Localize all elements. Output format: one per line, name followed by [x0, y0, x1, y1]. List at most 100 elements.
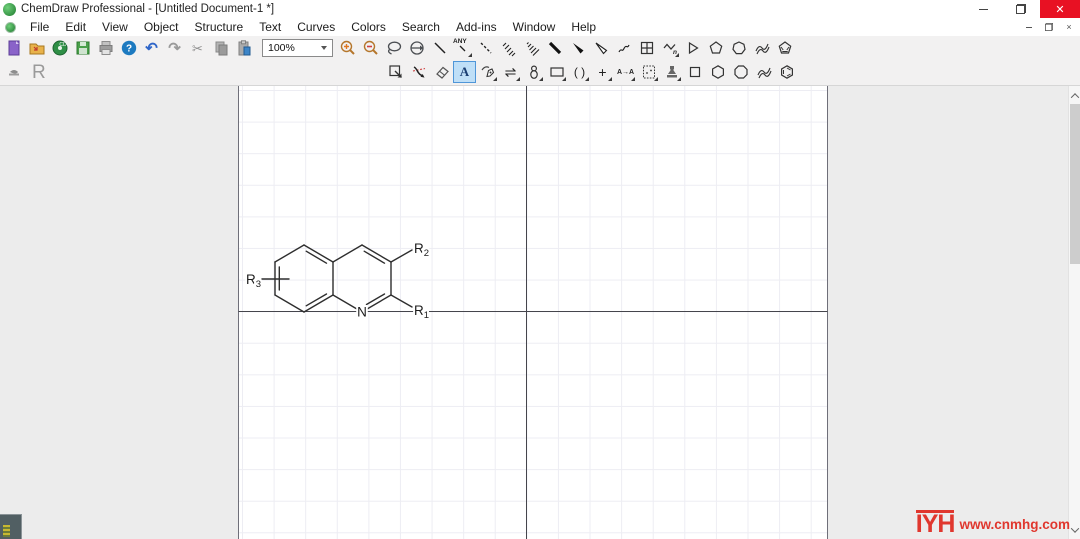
svg-text:CD: CD	[59, 42, 67, 48]
wavy-bond-tool[interactable]	[612, 37, 635, 59]
cyclopentadiene-ring-tool[interactable]	[773, 37, 796, 59]
any-bond-tool[interactable]: ANY	[451, 37, 474, 59]
cut-button[interactable]: ✂	[186, 37, 209, 59]
cyclopentane-ring-tool[interactable]	[704, 37, 727, 59]
zoom-out-button[interactable]	[359, 37, 382, 59]
copy-button[interactable]	[209, 37, 232, 59]
minimize-button[interactable]	[964, 0, 1002, 18]
atom-atom-map-tool[interactable]: A→A	[614, 61, 637, 83]
chemdraw-window: ChemDraw Professional - [Untitled Docume…	[0, 0, 1080, 539]
flexible-ring-tool-2[interactable]	[752, 61, 775, 83]
bracket-tool[interactable]: ( )	[568, 61, 591, 83]
docked-stamp-icon[interactable]	[4, 62, 24, 84]
pen-tool[interactable]	[476, 61, 499, 83]
restore-button[interactable]	[1002, 0, 1040, 18]
watermark-url: www.cnmhg.com	[959, 517, 1070, 532]
plus-tool[interactable]: +	[591, 61, 614, 83]
multi-step-arrow-tool[interactable]	[407, 61, 430, 83]
paste-button[interactable]	[232, 37, 255, 59]
dropdown-corner-icon	[654, 77, 658, 81]
redo-button[interactable]: ↷	[163, 37, 186, 59]
r-group-label: R	[32, 62, 46, 83]
polymer-repeat-tool[interactable]: n	[658, 37, 681, 59]
flexible-ring-tool[interactable]	[750, 37, 773, 59]
doc-minimize-button[interactable]	[1022, 21, 1036, 34]
menu-structure[interactable]: Structure	[187, 18, 252, 36]
open-button[interactable]	[25, 37, 48, 59]
menu-object[interactable]: Object	[136, 18, 187, 36]
table-tool[interactable]	[635, 37, 658, 59]
dropdown-corner-icon	[677, 77, 681, 81]
equilibrium-arrow-tool[interactable]: ⇌	[499, 61, 522, 83]
menu-edit[interactable]: Edit	[57, 18, 94, 36]
wedge-bond-tool[interactable]	[566, 37, 589, 59]
doc-restore-button[interactable]	[1042, 21, 1056, 34]
tlc-plate-tool[interactable]	[637, 61, 660, 83]
help-button[interactable]: ?	[117, 37, 140, 59]
dropdown-corner-icon	[608, 77, 612, 81]
hashed-wedge-bond-tool[interactable]	[520, 37, 543, 59]
scroll-down-arrow[interactable]	[1069, 522, 1080, 537]
menu-curves[interactable]: Curves	[289, 18, 343, 36]
periodic-table-palette-corner[interactable]	[0, 514, 22, 539]
menu-file[interactable]: File	[22, 18, 57, 36]
rotate-select-tool[interactable]	[405, 37, 428, 59]
watermark-logo: IYH	[915, 509, 955, 538]
menu-addins[interactable]: Add-ins	[448, 18, 505, 36]
eraser-tool[interactable]	[430, 61, 453, 83]
solid-bond-tool[interactable]	[428, 37, 451, 59]
svg-text:?: ?	[125, 44, 131, 55]
doc-close-button[interactable]: ×	[1062, 21, 1076, 34]
dashed-bond-tool[interactable]	[474, 37, 497, 59]
dropdown-corner-icon	[493, 77, 497, 81]
menu-search[interactable]: Search	[394, 18, 448, 36]
template-stamp-tool[interactable]	[660, 61, 683, 83]
save-button[interactable]	[71, 37, 94, 59]
dropdown-corner-icon	[539, 77, 543, 81]
drawing-toolbar: R A ⇌ () + A→A	[0, 60, 1080, 86]
menu-window[interactable]: Window	[505, 18, 564, 36]
benzene-ring-tool[interactable]	[775, 61, 798, 83]
menu-help[interactable]: Help	[563, 18, 604, 36]
zoom-level-combo[interactable]: 100%	[262, 39, 333, 57]
document-canvas[interactable]: N R1 R2 R3 IYH www.cnmhg.com	[0, 86, 1080, 539]
vertical-scrollbar[interactable]	[1068, 86, 1080, 539]
new-document-button[interactable]	[2, 37, 25, 59]
dropdown-corner-icon	[675, 53, 679, 57]
print-button[interactable]	[94, 37, 117, 59]
menu-text[interactable]: Text	[251, 18, 289, 36]
menu-colors[interactable]: Colors	[343, 18, 394, 36]
dropdown-corner-icon	[585, 77, 589, 81]
main-toolbar: CD ? ↶ ↷ ✂ 100% ANY n	[0, 36, 1080, 60]
cyclooctane-ring-tool[interactable]	[729, 61, 752, 83]
text-tool[interactable]: A	[453, 61, 476, 83]
lasso-select-tool[interactable]	[382, 37, 405, 59]
zoom-level-value: 100%	[268, 42, 295, 54]
dropdown-corner-icon	[516, 77, 520, 81]
chevron-down-icon	[1070, 523, 1080, 533]
chevron-up-icon	[1070, 92, 1080, 102]
hollow-wedge-bond-tool[interactable]	[589, 37, 612, 59]
document-icon	[5, 21, 16, 33]
cyclohexane-ring-tool[interactable]	[706, 61, 729, 83]
marquee-select-tool[interactable]	[384, 61, 407, 83]
cycloheptane-ring-tool[interactable]	[727, 37, 750, 59]
cyclobutane-ring-tool[interactable]	[683, 61, 706, 83]
acyclic-chain-tool[interactable]	[681, 37, 704, 59]
bold-bond-tool[interactable]	[543, 37, 566, 59]
rectangle-tool[interactable]	[545, 61, 568, 83]
scrollbar-thumb[interactable]	[1070, 104, 1080, 264]
chemdraw-app-icon	[3, 2, 16, 16]
dropdown-corner-icon	[468, 53, 472, 57]
undo-button[interactable]: ↶	[140, 37, 163, 59]
orbital-tool[interactable]	[522, 61, 545, 83]
palette-stripes	[3, 525, 10, 537]
title-bar: ChemDraw Professional - [Untitled Docume…	[0, 0, 1080, 18]
scroll-up-arrow[interactable]	[1069, 88, 1080, 103]
close-button[interactable]: ✕	[1040, 0, 1080, 18]
hashed-bond-tool[interactable]	[497, 37, 520, 59]
menu-view[interactable]: View	[94, 18, 136, 36]
document-page[interactable]	[238, 86, 828, 539]
zoom-in-button[interactable]	[336, 37, 359, 59]
open-chemdraw-cloud-button[interactable]: CD	[48, 37, 71, 59]
